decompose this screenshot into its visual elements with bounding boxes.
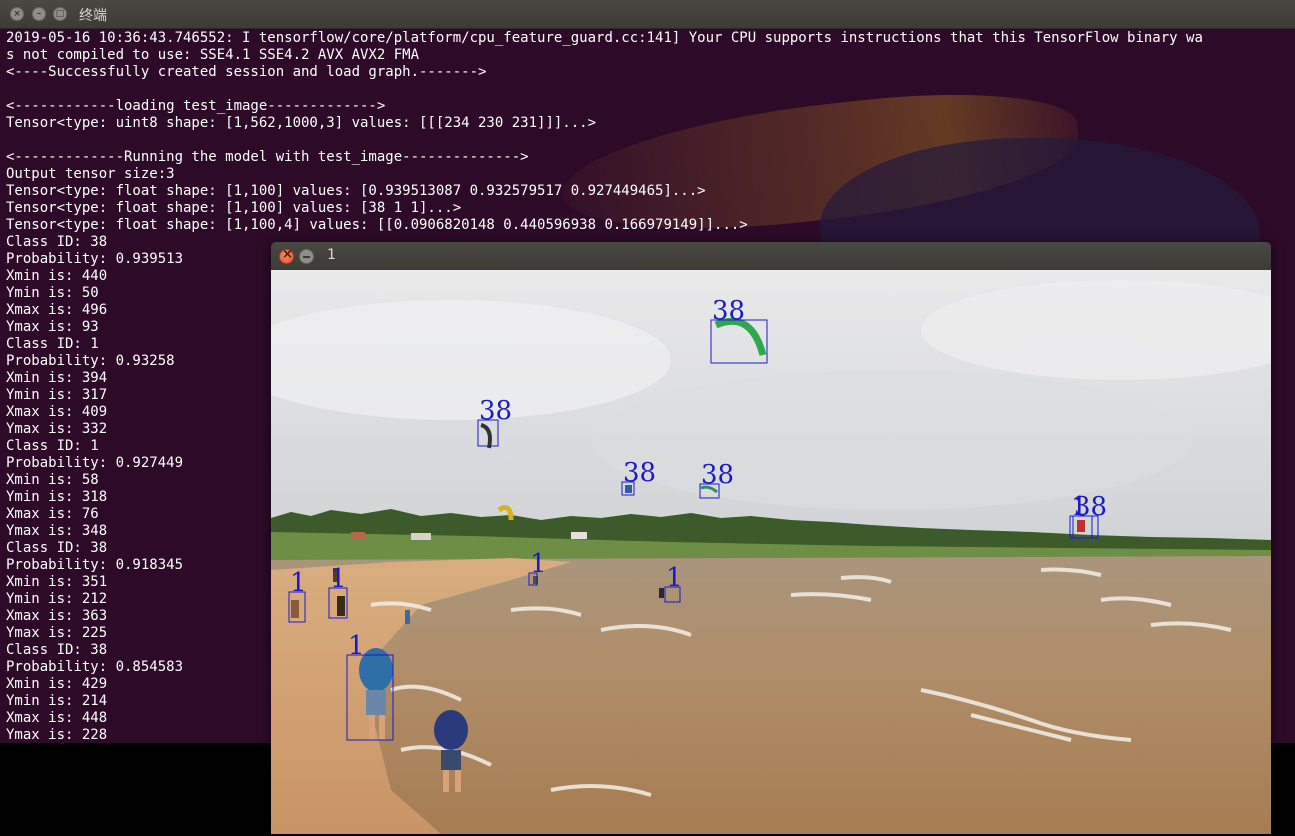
- detection-label: 38: [623, 458, 656, 488]
- close-icon[interactable]: [279, 247, 294, 264]
- terminal-line: Tensor<type: float shape: [1,100] values…: [6, 183, 706, 199]
- terminal-line: Output tensor size:3: [6, 166, 175, 182]
- detection-label: 1: [290, 568, 307, 598]
- close-icon[interactable]: ×: [10, 7, 24, 21]
- terminal-line: Tensor<type: float shape: [1,100] values…: [6, 200, 462, 216]
- image-window[interactable]: 1: [271, 242, 1271, 834]
- terminal-line: <-------------Running the model with tes…: [6, 149, 529, 165]
- detection-image: 38 38 38 38 38 1 1 1 1 1 1: [271, 270, 1271, 834]
- terminal-line: <----Successfully created session and lo…: [6, 64, 487, 80]
- terminal-title: 终端: [79, 8, 107, 24]
- detection-label: 1: [348, 631, 365, 661]
- detection-label: 1: [330, 564, 347, 594]
- detection-label: 1: [666, 563, 683, 593]
- beach-scene: 383838 38381 1 1 111: [271, 270, 1271, 834]
- minimize-icon[interactable]: –: [32, 7, 46, 21]
- image-window-title: 1: [327, 247, 336, 263]
- detection-label: 1: [530, 549, 547, 579]
- terminal-line: 2019-05-16 10:36:43.746552: I tensorflow…: [6, 30, 1203, 46]
- maximize-icon[interactable]: □: [53, 7, 67, 21]
- minimize-icon[interactable]: [299, 249, 314, 264]
- terminal-line: Tensor<type: float shape: [1,100,4] valu…: [6, 217, 748, 233]
- terminal-line: Tensor<type: uint8 shape: [1,562,1000,3]…: [6, 115, 597, 131]
- detection-label: 38: [701, 460, 734, 490]
- terminal-line: s not compiled to use: SSE4.1 SSE4.2 AVX…: [6, 47, 420, 63]
- detection-label: 38: [712, 296, 745, 326]
- detection-label: 1: [1071, 492, 1088, 522]
- terminal-line: <------------loading test_image---------…: [6, 98, 386, 114]
- detection-label: 38: [479, 396, 512, 426]
- image-window-titlebar[interactable]: 1: [271, 242, 1271, 270]
- terminal-titlebar[interactable]: × – □ 终端: [0, 0, 1295, 29]
